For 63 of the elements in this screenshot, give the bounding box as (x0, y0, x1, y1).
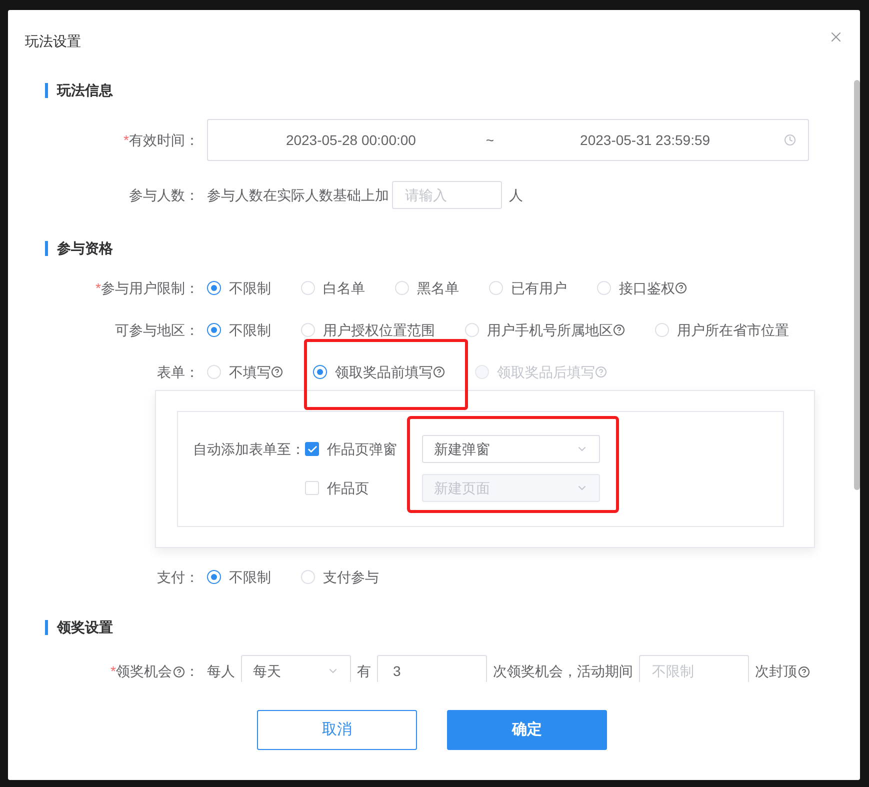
radio[interactable] (207, 323, 221, 337)
end-date: 2023-05-31 23:59:59 (579, 130, 712, 150)
radio[interactable] (207, 281, 221, 295)
help-icon (271, 366, 283, 378)
scrollbar-thumb[interactable] (854, 80, 860, 490)
clock-icon (784, 134, 796, 146)
radio-option[interactable]: 支付参与 (301, 566, 379, 588)
date-range-field[interactable]: 2023-05-28 00:00:00 ~ 2023-05-31 23:59:59 (207, 119, 809, 161)
radio[interactable] (207, 570, 221, 584)
period-select[interactable]: 每天 (241, 655, 351, 682)
section-marker (45, 620, 48, 634)
field-text: 次封顶 (755, 662, 797, 681)
section-marker (45, 82, 48, 98)
select-field[interactable]: 新建弹窗 (422, 435, 600, 463)
required-mark: * (110, 662, 116, 681)
confirm-button[interactable]: 确定 (447, 710, 607, 750)
field-label: 有效时间： (129, 130, 199, 150)
section-marker (45, 240, 48, 256)
field-label: 参与用户限制： (101, 278, 199, 298)
radio-option[interactable]: 不限制 (207, 320, 271, 340)
field-label: 参与人数： (129, 186, 199, 204)
radio[interactable] (313, 365, 327, 379)
help-icon (613, 324, 625, 336)
section-heading: 参与资格 (57, 238, 113, 258)
field-label: 自动添加表单至： (193, 440, 305, 456)
checkbox-label: 作品页弹窗 (327, 440, 397, 458)
radio-option[interactable]: 不限制 (207, 278, 271, 298)
start-date: 2023-05-28 00:00:00 (284, 130, 417, 150)
checkbox[interactable] (305, 442, 319, 456)
radio-option[interactable]: 用户所在省市位置 (655, 320, 789, 340)
required-mark: * (96, 278, 101, 298)
required-mark: * (124, 130, 129, 150)
count-input[interactable]: 3 (377, 655, 487, 682)
field-label: 领奖机会 (116, 662, 172, 681)
range-separator: ~ (484, 130, 496, 150)
section-heading: 玩法信息 (57, 80, 113, 100)
radio-option[interactable]: 白名单 (301, 278, 365, 298)
dialog-title: 玩法设置 (25, 32, 81, 50)
radio-option[interactable]: 用户手机号所属地区 (465, 320, 625, 340)
unit-text: 人 (509, 186, 523, 204)
field-text: 每人 (207, 662, 235, 681)
number-input[interactable]: 请输入 (392, 181, 502, 209)
radio-option[interactable]: 已有用户 (489, 278, 567, 298)
field-text: 次领奖机会，活动期间 (493, 662, 633, 681)
field-text: 有 (357, 662, 371, 681)
field-text: 参与人数在实际人数基础上加 (207, 186, 389, 204)
label-colon: ： (185, 662, 199, 681)
field-label: 表单： (157, 362, 199, 382)
help-icon (595, 366, 607, 378)
field-label: 支付： (157, 568, 199, 586)
help-icon (675, 282, 687, 294)
radio-option[interactable]: 黑名单 (395, 278, 459, 298)
cancel-button[interactable]: 取消 (257, 710, 417, 750)
section-heading: 领奖设置 (57, 618, 113, 636)
check-icon (306, 444, 318, 454)
radio-option[interactable]: 用户授权位置范围 (301, 320, 435, 340)
help-icon (433, 366, 445, 378)
radio-option[interactable]: 不填写 (207, 362, 283, 382)
radio-option[interactable]: 领取奖品前填写 (313, 362, 445, 382)
radio-option[interactable]: 接口鉴权 (597, 278, 687, 298)
radio-option[interactable]: 不限制 (207, 566, 271, 588)
checkbox-label: 作品页 (327, 478, 369, 498)
field-label: 可参与地区： (115, 320, 199, 340)
